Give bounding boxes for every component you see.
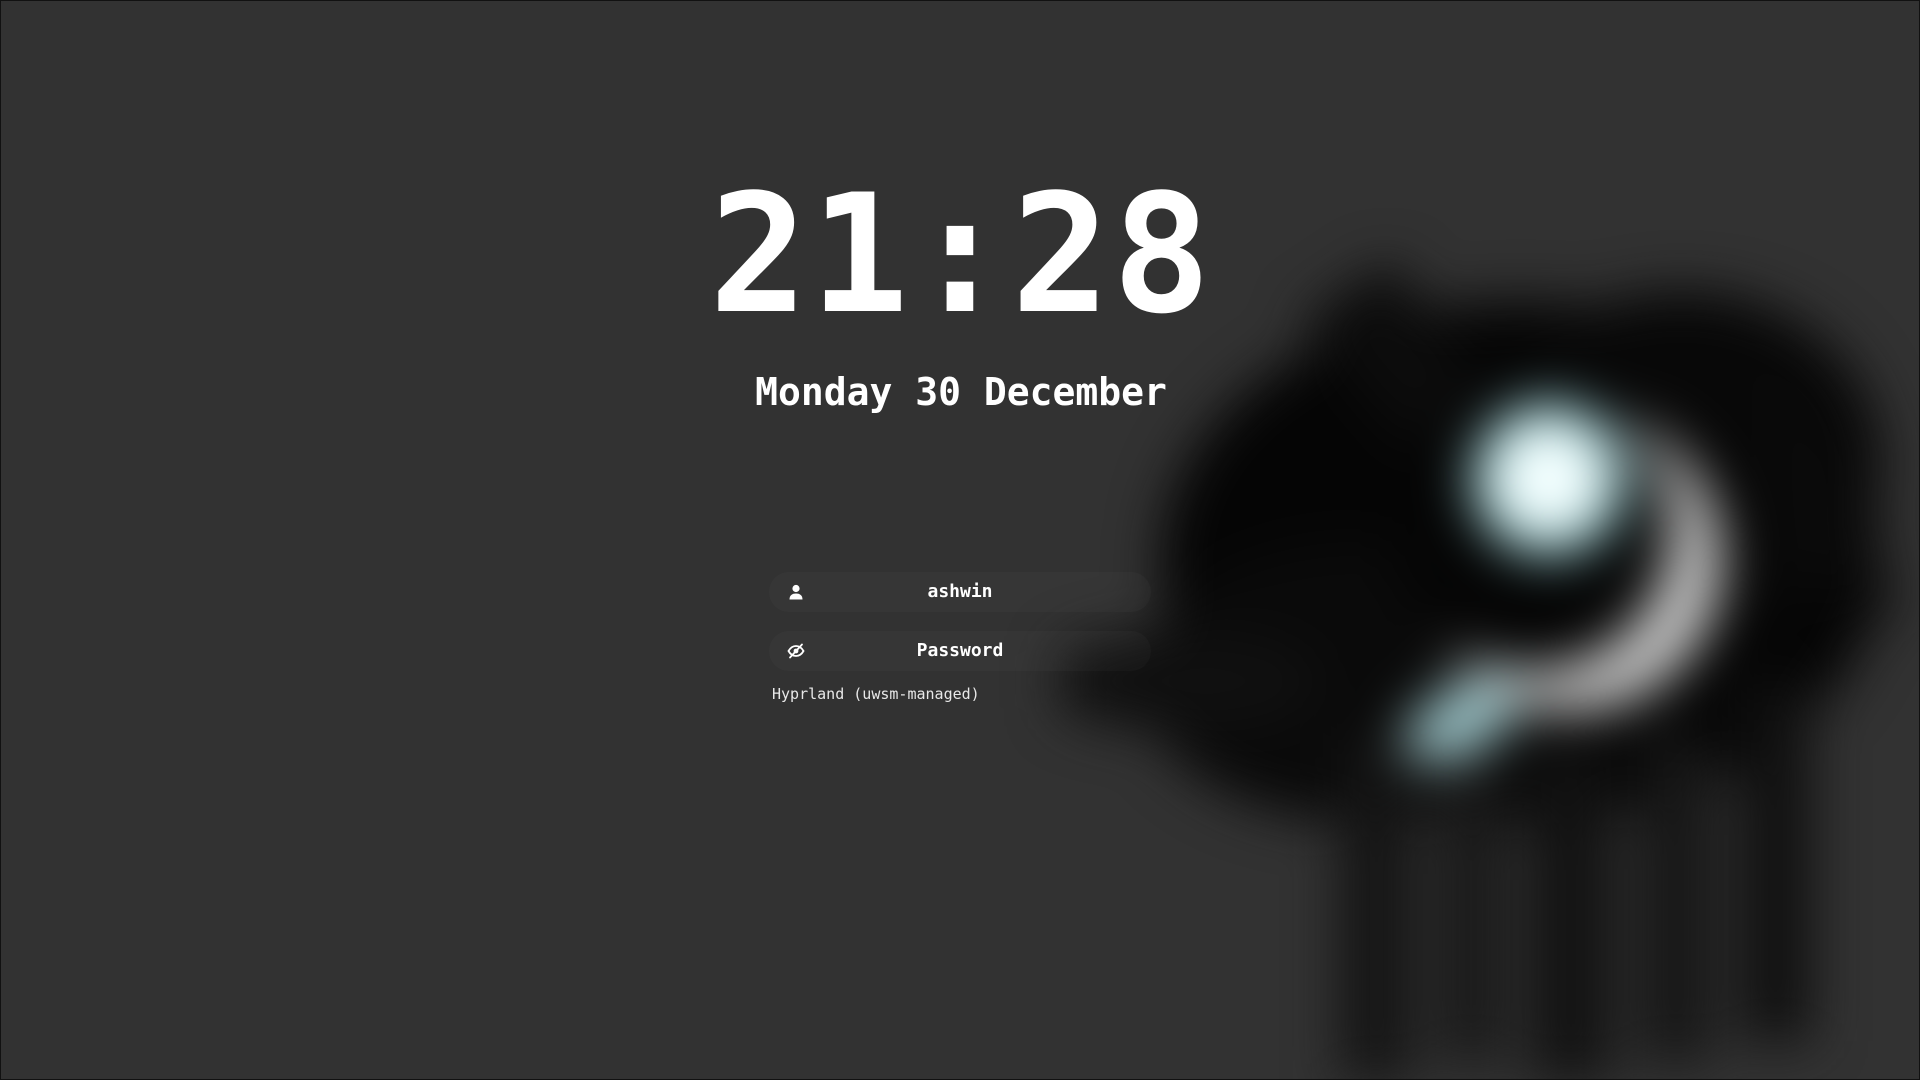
password-input[interactable]: [769, 631, 1151, 671]
username-value: ashwin: [927, 581, 993, 602]
lock-screen: 21:28 Monday 30 December ashwin Hyprland…: [0, 0, 1920, 1080]
username-field[interactable]: ashwin: [769, 572, 1151, 612]
clock-date: Monday 30 December: [755, 370, 1167, 414]
session-label[interactable]: Hyprland (uwsm-managed): [772, 685, 980, 703]
password-field[interactable]: [769, 631, 1151, 671]
clock-time: 21:28: [709, 159, 1213, 350]
